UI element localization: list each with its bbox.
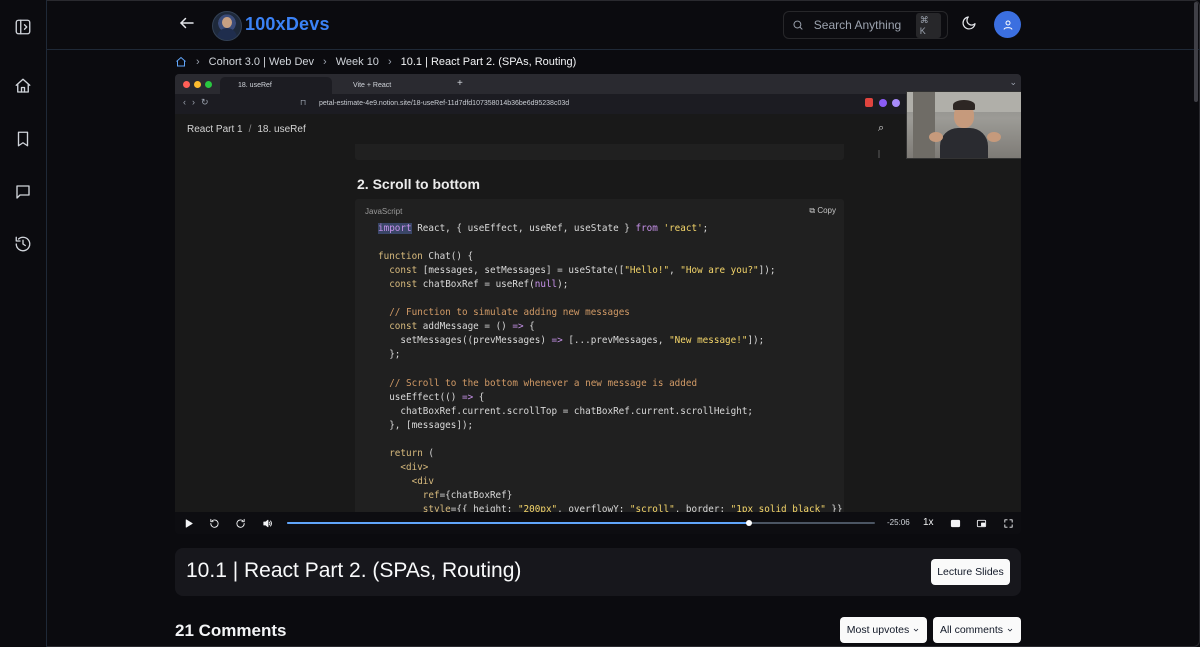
video-controls: -25:06 1x xyxy=(175,512,1021,534)
chevron-right-icon: › xyxy=(387,56,392,68)
search-icon xyxy=(793,20,803,30)
chevron-right-icon: › xyxy=(196,56,200,68)
search-shortcut: ⌘ K xyxy=(915,12,941,38)
moon-icon[interactable] xyxy=(961,15,979,33)
back-arrow-icon[interactable] xyxy=(178,14,198,34)
message-square-icon[interactable] xyxy=(11,180,35,204)
copy-button: ⧉ Copy xyxy=(809,206,836,215)
recorded-notion-page: React Part 1/18. useRef ⌕ 2. Scroll to b… xyxy=(175,114,1021,519)
lecture-title: 10.1 | React Part 2. (SPAs, Routing) xyxy=(186,559,522,582)
bookmark-icon[interactable] xyxy=(11,127,35,151)
extension-icon xyxy=(865,98,873,107)
chevron-down-icon xyxy=(1007,628,1013,632)
recorded-browser-urlbar: ‹›↻ ⊓ petal-estimate-4e9.notion.site/18-… xyxy=(175,94,1021,115)
sort-dropdown-label: Most upvotes xyxy=(846,624,910,636)
code-language: JavaScript xyxy=(365,207,403,216)
history-icon[interactable] xyxy=(11,232,35,256)
brand-name[interactable]: 100xDevs xyxy=(245,14,330,35)
page-scrollbar[interactable] xyxy=(1194,2,1198,102)
filter-dropdown-label: All comments xyxy=(939,624,1003,636)
sort-dropdown[interactable]: Most upvotes xyxy=(840,617,927,643)
brand-logo[interactable] xyxy=(212,11,242,41)
recorded-url: petal-estimate-4e9.notion.site/18-useRef… xyxy=(319,100,570,107)
chevron-down-icon xyxy=(913,628,919,632)
hd-quality-icon[interactable] xyxy=(948,516,962,530)
playback-speed[interactable]: 1x xyxy=(923,517,934,528)
notion-breadcrumb: React Part 1/18. useRef xyxy=(187,124,306,135)
user-icon xyxy=(1003,20,1012,30)
picture-in-picture-icon[interactable] xyxy=(974,516,988,530)
previous-code-block xyxy=(355,144,844,160)
chevron-down-icon: ⌄ xyxy=(1009,77,1017,87)
user-avatar[interactable] xyxy=(994,11,1021,38)
notion-heading: 2. Scroll to bottom xyxy=(357,176,480,192)
breadcrumb-item-current: 10.1 | React Part 2. (SPAs, Routing) xyxy=(400,56,577,68)
breadcrumb-home-icon[interactable] xyxy=(175,56,187,68)
chevron-right-icon: › xyxy=(323,56,327,68)
video-progress-knob[interactable] xyxy=(746,520,753,526)
search-icon: ⌕ xyxy=(878,122,885,134)
breadcrumb-item-week[interactable]: Week 10 xyxy=(336,56,379,68)
play-icon[interactable] xyxy=(181,516,195,530)
extension-icon xyxy=(892,99,900,107)
lecture-title-card: 10.1 | React Part 2. (SPAs, Routing) Lec… xyxy=(175,548,1021,596)
breadcrumb: › Cohort 3.0 | Web Dev › Week 10 › 10.1 … xyxy=(175,55,576,69)
video-player[interactable]: 18. useRef Vite + React + ⌄ ‹›↻ ⊓ petal-… xyxy=(175,74,1021,534)
search-box[interactable]: ⌘ K xyxy=(783,11,948,39)
comments-count: 21 Comments xyxy=(175,621,287,640)
filter-dropdown[interactable]: All comments xyxy=(933,617,1021,643)
video-progress-bar[interactable] xyxy=(287,520,875,526)
bookmark-icon: ⊓ xyxy=(300,98,307,107)
recorded-tab-vite: Vite + React xyxy=(353,82,392,89)
video-progress-fill xyxy=(287,522,750,524)
search-input[interactable] xyxy=(811,17,916,33)
time-remaining: -25:06 xyxy=(887,518,910,527)
extension-icon xyxy=(879,99,887,107)
recorded-tab-useref: 18. useRef xyxy=(220,77,332,94)
code-content: import React, { useEffect, useRef, useSt… xyxy=(378,223,843,515)
browser-nav-icons: ‹›↻ xyxy=(183,97,215,107)
volume-icon[interactable] xyxy=(260,516,274,530)
code-block: JavaScript ⧉ Copy import React, { useEff… xyxy=(355,199,844,519)
fullscreen-icon[interactable] xyxy=(1001,516,1015,530)
presenter-webcam xyxy=(906,91,1021,159)
lecture-slides-button[interactable]: Lecture Slides xyxy=(931,559,1010,585)
forward-icon[interactable] xyxy=(233,516,247,530)
breadcrumb-item-cohort[interactable]: Cohort 3.0 | Web Dev xyxy=(209,56,314,68)
recorded-browser-tabbar: 18. useRef Vite + React + ⌄ xyxy=(175,74,1021,94)
home-icon[interactable] xyxy=(11,74,35,98)
sidebar-toggle-icon[interactable] xyxy=(11,15,35,39)
plus-icon: + xyxy=(457,78,463,89)
sidebar xyxy=(0,0,47,647)
rewind-icon[interactable] xyxy=(207,516,221,530)
